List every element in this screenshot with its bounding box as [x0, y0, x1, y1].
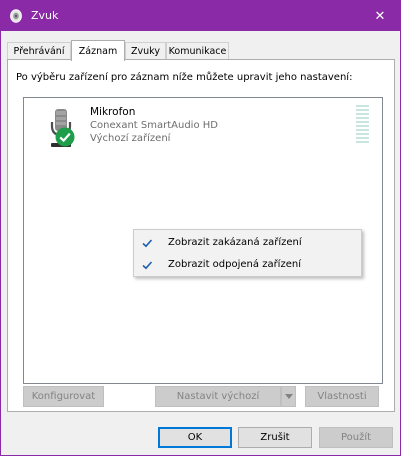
checkmark-icon [142, 239, 153, 248]
instruction-text: Po výběru zařízení pro záznam níže můžet… [16, 72, 353, 83]
device-name: Mikrofon [90, 106, 136, 118]
sound-dialog: Zvuk ✕ Přehrávání Záznam Zvuky Komunikac… [0, 0, 401, 456]
set-default-dropdown[interactable] [281, 386, 296, 407]
menu-item-label: Zobrazit zakázaná zařízení [168, 237, 302, 248]
window-title: Zvuk [31, 9, 59, 22]
menu-item-label: Zobrazit odpojená zařízení [168, 259, 301, 270]
apply-button[interactable]: Použít [319, 427, 393, 448]
speaker-app-icon [10, 9, 22, 23]
configure-button[interactable]: Konfigurovat [23, 386, 104, 407]
close-icon: ✕ [374, 8, 386, 24]
properties-button[interactable]: Vlastnosti [305, 386, 379, 407]
ok-button[interactable]: OK [158, 427, 232, 448]
device-item-microphone[interactable]: Mikrofon Conexant SmartAudio HD Výchozí … [24, 98, 382, 154]
context-menu: Zobrazit zakázaná zařízení Zobrazit odpo… [133, 229, 362, 277]
tab-communications[interactable]: Komunikace [166, 42, 229, 60]
set-default-button[interactable]: Nastavit výchozí [155, 386, 281, 407]
tab-bar: Přehrávání Záznam Zvuky Komunikace [7, 40, 397, 61]
title-bar[interactable]: Zvuk ✕ [1, 1, 400, 31]
default-check-icon [55, 127, 75, 147]
device-driver: Conexant SmartAudio HD [90, 120, 218, 131]
tab-sounds[interactable]: Zvuky [125, 42, 166, 60]
cancel-button[interactable]: Zrušit [238, 427, 312, 448]
chevron-down-icon [284, 394, 293, 399]
checkmark-icon [142, 261, 153, 270]
device-status: Výchozí zařízení [90, 133, 171, 144]
tab-recording[interactable]: Záznam [71, 40, 125, 61]
close-button[interactable]: ✕ [360, 1, 400, 31]
menu-item-show-disabled[interactable]: Zobrazit zakázaná zařízení [134, 232, 361, 254]
level-meter [356, 105, 369, 145]
menu-item-show-disconnected[interactable]: Zobrazit odpojená zařízení [134, 254, 361, 276]
tab-playback[interactable]: Přehrávání [7, 42, 71, 60]
